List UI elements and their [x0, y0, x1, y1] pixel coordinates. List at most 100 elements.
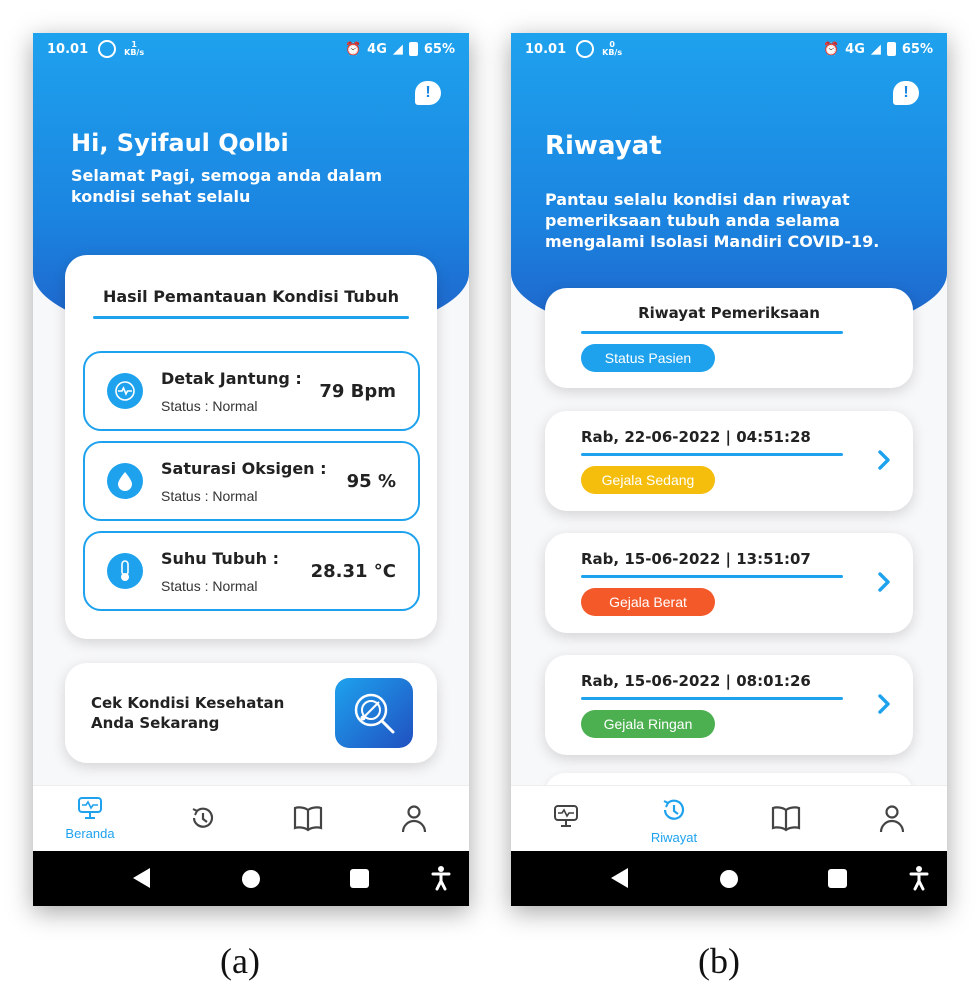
info-alert-icon[interactable]: !	[893, 81, 919, 105]
status-badge: Gejala Sedang	[581, 466, 715, 494]
vital-heart-rate[interactable]: Detak Jantung : Status : Normal 79 Bpm	[83, 351, 420, 431]
back-icon[interactable]	[611, 868, 628, 888]
check-health-card[interactable]: Cek Kondisi Kesehatan Anda Sekarang	[65, 663, 437, 763]
nav-riwayat[interactable]: Riwayat	[639, 796, 709, 845]
home-icon[interactable]	[242, 870, 260, 888]
whatsapp-icon	[98, 40, 117, 58]
nav-riwayat[interactable]	[168, 804, 238, 836]
nav-profil[interactable]	[857, 804, 927, 838]
item-underline	[581, 453, 843, 456]
status-right: ⏰ 4G ◢ 65%	[345, 42, 455, 57]
nav-profil[interactable]	[379, 804, 449, 838]
nav-beranda[interactable]	[531, 804, 601, 832]
bottom-navigation: Beranda	[33, 785, 469, 851]
status-pasien-badge: Status Pasien	[581, 344, 715, 372]
history-icon	[663, 799, 685, 820]
item-underline	[581, 697, 843, 700]
stethoscope-search-icon[interactable]	[335, 678, 413, 748]
caption-b: (b)	[698, 941, 740, 981]
phone-screen-riwayat: 10.01 0 KB/s ⏰ 4G ◢ 65% ! Riwayat Pantau …	[511, 33, 947, 906]
book-icon	[293, 806, 323, 832]
monitor-card: Hasil Pemantauan Kondisi Tubuh Detak Jan…	[65, 255, 437, 639]
greeting-subtitle: Selamat Pagi, semoga anda dalam kondisi …	[71, 166, 383, 206]
page-title: Riwayat	[545, 131, 662, 161]
net-speed: 1 KB/s	[124, 40, 145, 57]
back-icon[interactable]	[133, 868, 150, 888]
chevron-right-icon[interactable]	[877, 571, 891, 593]
battery-icon	[886, 42, 896, 56]
title-underline	[93, 316, 409, 319]
battery-level: 65%	[423, 41, 455, 57]
home-icon[interactable]	[720, 870, 738, 888]
history-icon	[192, 807, 214, 828]
vital-temperature[interactable]: Suhu Tubuh : Status : Normal 28.31 °C	[83, 531, 420, 611]
phone-screen-beranda: 10.01 1 KB/s ⏰ 4G ◢ 65% ! Hi, Syifaul Qol…	[33, 33, 469, 906]
vital-label: Saturasi Oksigen :	[161, 458, 327, 478]
nav-label: Riwayat	[650, 830, 698, 845]
accessibility-icon[interactable]	[431, 865, 451, 891]
history-datetime: Rab, 15-06-2022 | 13:51:07	[581, 550, 811, 568]
vital-value: 28.31 °C	[310, 560, 396, 582]
vital-label: Suhu Tubuh :	[161, 548, 280, 568]
user-icon	[401, 805, 427, 833]
bottom-navigation: Riwayat	[511, 785, 947, 851]
signal-icon: ◢	[870, 41, 881, 57]
history-header-title: Riwayat Pemeriksaan	[638, 304, 820, 322]
vital-status: Status : Normal	[161, 397, 258, 414]
network-type: 4G	[845, 41, 865, 57]
nav-label: Beranda	[65, 826, 115, 841]
caption-a: (a)	[220, 941, 260, 981]
status-time: 10.01	[525, 41, 567, 57]
page-description: Pantau selalu kondisi dan riwayat pemeri…	[545, 190, 880, 251]
status-bar: 10.01 0 KB/s ⏰ 4G ◢ 65%	[511, 33, 947, 65]
title-underline	[581, 331, 843, 334]
status-bar: 10.01 1 KB/s ⏰ 4G ◢ 65%	[33, 33, 469, 65]
status-badge: Gejala Ringan	[581, 710, 715, 738]
alarm-icon: ⏰	[822, 41, 840, 57]
chevron-right-icon[interactable]	[877, 693, 891, 715]
info-alert-icon[interactable]: !	[415, 81, 441, 105]
alarm-icon: ⏰	[344, 41, 362, 57]
history-item[interactable]: Rab, 15-06-2022 | 08:01:26 Gejala Ringan	[545, 655, 913, 755]
greeting-title: Hi, Syifaul Qolbi	[71, 129, 289, 157]
greeting: Hi, Syifaul Qolbi Selamat Pagi, semoga a…	[71, 129, 401, 207]
vital-oxygen[interactable]: Saturasi Oksigen : Status : Normal 95 %	[83, 441, 420, 521]
system-navigation	[33, 851, 469, 906]
book-icon	[771, 806, 801, 832]
network-type: 4G	[367, 41, 387, 57]
battery-level: 65%	[901, 41, 933, 57]
battery-icon	[408, 42, 418, 56]
monitor-card-title: Hasil Pemantauan Kondisi Tubuh	[102, 287, 400, 306]
history-datetime: Rab, 22-06-2022 | 04:51:28	[581, 428, 811, 446]
accessibility-icon[interactable]	[909, 865, 929, 891]
vital-status: Status : Normal	[161, 577, 258, 594]
check-health-text: Cek Kondisi Kesehatan Anda Sekarang	[91, 694, 285, 732]
item-underline	[581, 575, 843, 578]
recents-icon[interactable]	[828, 869, 847, 888]
water-drop-icon	[107, 463, 143, 499]
status-time: 10.01	[47, 41, 89, 57]
monitor-icon	[554, 805, 578, 827]
monitor-icon	[78, 797, 102, 819]
recents-icon[interactable]	[350, 869, 369, 888]
signal-icon: ◢	[392, 41, 403, 57]
system-navigation	[511, 851, 947, 906]
vital-label: Detak Jantung :	[161, 368, 302, 388]
whatsapp-icon	[576, 40, 595, 58]
nav-beranda[interactable]: Beranda	[55, 796, 125, 841]
history-datetime: Rab, 15-06-2022 | 08:01:26	[581, 672, 811, 690]
nav-edukasi[interactable]	[273, 804, 343, 836]
history-item[interactable]: Rab, 15-06-2022 | 13:51:07 Gejala Berat	[545, 533, 913, 633]
chevron-right-icon[interactable]	[877, 449, 891, 471]
status-right: ⏰ 4G ◢ 65%	[823, 42, 933, 57]
vital-value: 79 Bpm	[319, 380, 396, 402]
net-speed: 0 KB/s	[602, 40, 623, 57]
heartbeat-icon	[107, 373, 143, 409]
vital-status: Status : Normal	[161, 487, 258, 504]
history-item[interactable]: Rab, 22-06-2022 | 04:51:28 Gejala Sedang	[545, 411, 913, 511]
thermometer-icon	[107, 553, 143, 589]
vital-value: 95 %	[346, 470, 396, 492]
status-badge: Gejala Berat	[581, 588, 715, 616]
nav-edukasi[interactable]	[751, 804, 821, 836]
user-icon	[879, 805, 905, 833]
